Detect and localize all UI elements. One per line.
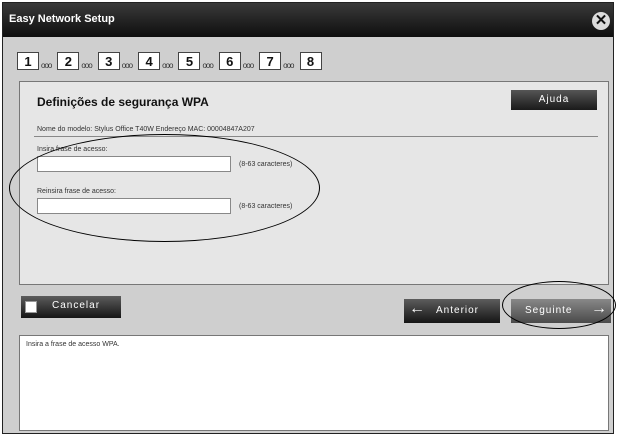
window-title: Easy Network Setup xyxy=(9,13,115,25)
step-number: 2 xyxy=(57,52,80,70)
cancel-checkbox-icon xyxy=(25,301,37,313)
step-6: 6 ooo xyxy=(218,52,254,70)
annotation-oval-fields xyxy=(9,134,320,242)
step-7: 7 ooo xyxy=(259,52,295,70)
step-4: 4 ooo xyxy=(138,52,173,70)
step-dots: ooo xyxy=(162,61,173,70)
step-number: 8 xyxy=(299,52,322,70)
step-8: 8 xyxy=(299,52,322,70)
step-2: 2 ooo xyxy=(57,52,93,70)
model-info: Nome do modelo: Stylus Office T40W Ender… xyxy=(37,126,255,133)
step-number: 6 xyxy=(218,52,241,70)
cancel-button[interactable]: Cancelar xyxy=(21,296,121,318)
step-5: 5 ooo xyxy=(178,52,214,70)
message-text: Insira a frase de acesso WPA. xyxy=(26,341,120,348)
step-1: 1 ooo xyxy=(17,52,52,70)
step-dots: ooo xyxy=(202,61,213,70)
step-number: 1 xyxy=(17,52,39,70)
title-bar: Easy Network Setup ✕ xyxy=(3,3,613,37)
step-number: 3 xyxy=(97,52,120,70)
arrow-left-icon: ← xyxy=(409,300,426,317)
message-area: Insira a frase de acesso WPA. xyxy=(19,335,609,431)
back-label: Anterior xyxy=(436,305,480,316)
step-dots: ooo xyxy=(41,61,52,70)
cancel-label: Cancelar xyxy=(52,300,101,311)
step-dots: ooo xyxy=(242,61,254,70)
step-number: 5 xyxy=(178,52,201,70)
step-dots: ooo xyxy=(81,61,92,70)
step-number: 7 xyxy=(259,52,282,70)
step-indicator: 1 ooo 2 ooo 3 ooo 4 ooo 5 ooo 6 ooo 7 ooo 8 xyxy=(17,52,328,70)
back-button[interactable]: ← Anterior xyxy=(404,299,500,323)
panel-heading: Definições de segurança WPA xyxy=(37,95,209,109)
step-dots: ooo xyxy=(121,61,133,70)
step-dots: ooo xyxy=(283,61,294,70)
annotation-oval-next xyxy=(502,281,616,329)
step-3: 3 ooo xyxy=(97,52,133,70)
help-button[interactable]: Ajuda xyxy=(511,90,597,110)
step-number: 4 xyxy=(138,52,161,70)
close-icon[interactable]: ✕ xyxy=(592,12,610,30)
